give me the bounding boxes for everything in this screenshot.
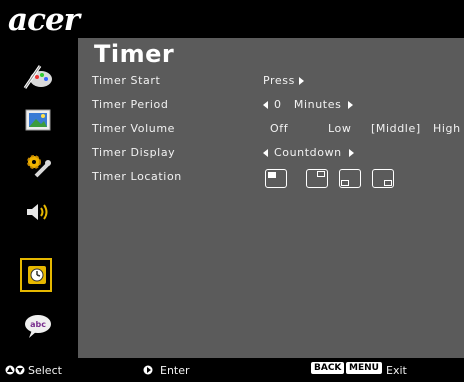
top-bar: acer <box>0 0 464 38</box>
location-top-left-icon[interactable] <box>265 169 287 188</box>
footer-exit-label: Exit <box>386 364 407 377</box>
back-key: BACK <box>311 362 345 374</box>
timer-display-label: Timer Display <box>92 146 176 159</box>
settings-tools-icon[interactable] <box>22 150 54 182</box>
timer-display-value-text: Countdown <box>274 146 342 159</box>
volume-option-high[interactable]: High <box>433 122 461 135</box>
volume-option-off[interactable]: Off <box>270 122 288 135</box>
timer-start-label: Timer Start <box>92 74 161 87</box>
timer-location-label: Timer Location <box>92 170 182 183</box>
footer-select-label: Select <box>28 364 62 377</box>
menu-key: MENU <box>346 362 382 374</box>
timer-period-number: 0 <box>274 98 282 111</box>
language-icon[interactable]: abc <box>22 310 54 342</box>
footer-enter-label: Enter <box>160 364 190 377</box>
timer-start-value-text: Press <box>263 74 295 87</box>
timer-volume-label: Timer Volume <box>92 122 176 135</box>
volume-option-low[interactable]: Low <box>328 122 351 135</box>
timer-period-unit: Minutes <box>293 98 342 111</box>
picture-icon[interactable] <box>22 104 54 136</box>
timer-menu-panel: Timer Timer Start Press Timer Period 0 M… <box>78 38 464 358</box>
location-bottom-right-icon[interactable] <box>372 169 394 188</box>
enter-icon <box>143 365 153 375</box>
footer-bar: Select Enter BACK MENU Exit <box>0 358 464 382</box>
timer-period-value[interactable]: 0 Minutes <box>263 98 354 111</box>
timer-start-value[interactable]: Press <box>263 74 304 87</box>
timer-display-value[interactable]: Countdown <box>263 146 354 159</box>
location-bottom-left-icon[interactable] <box>339 169 361 188</box>
sidebar-item-timer-selected[interactable] <box>20 258 52 292</box>
volume-option-middle-selected[interactable]: [Middle] <box>371 122 421 135</box>
speaker-icon[interactable] <box>22 196 54 228</box>
menu-title: Timer <box>94 40 175 68</box>
sidebar: abc <box>0 38 78 358</box>
brand-logo: acer <box>8 2 80 38</box>
location-top-right-icon[interactable] <box>306 169 328 188</box>
arrow-left-icon <box>263 149 268 157</box>
color-wand-icon[interactable] <box>22 60 54 92</box>
timer-icon <box>27 265 47 289</box>
timer-period-label: Timer Period <box>92 98 169 111</box>
svg-text:abc: abc <box>30 320 46 329</box>
arrow-right-icon <box>298 77 304 85</box>
up-down-arrows-icon <box>5 365 25 375</box>
arrow-left-icon <box>263 101 268 109</box>
arrow-right-icon <box>348 149 354 157</box>
arrow-right-icon <box>348 101 354 109</box>
